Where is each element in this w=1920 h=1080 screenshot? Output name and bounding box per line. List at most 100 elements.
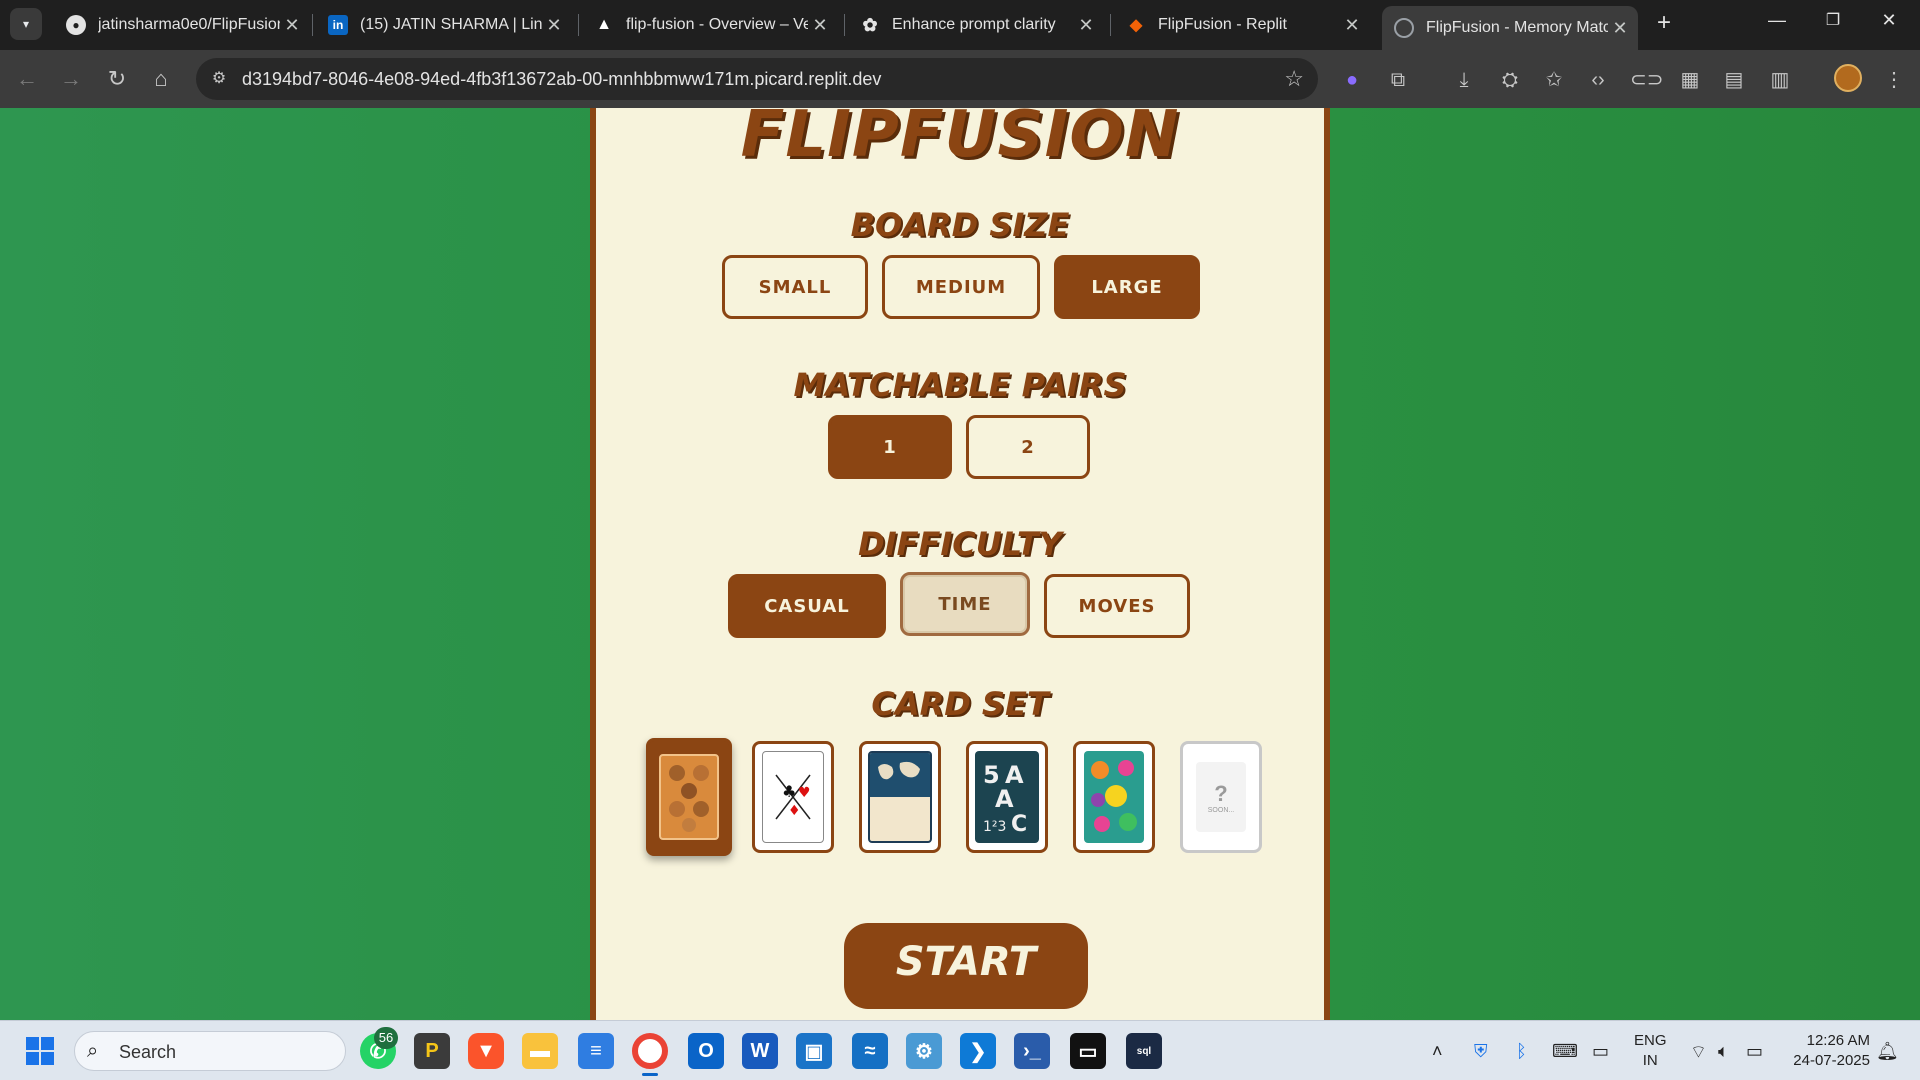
extensions-puzzle-icon[interactable]: ⧉	[1384, 66, 1412, 94]
wifi-icon[interactable]: ⌔	[1690, 1041, 1707, 1064]
volume-icon[interactable]: 🔈︎	[1718, 1041, 1729, 1062]
card-set-monsters[interactable]	[1073, 741, 1155, 853]
close-icon[interactable]: ✕	[808, 15, 832, 36]
reading-mode-icon[interactable]: ▤	[1720, 66, 1748, 94]
card-set-alphabet-numbers[interactable]: 5 A A 1²3 C	[966, 741, 1048, 853]
search-placeholder: Search	[119, 1042, 177, 1062]
menu-kebab-icon[interactable]: ⋮	[1880, 66, 1908, 94]
home-button[interactable]: ⌂	[148, 66, 174, 92]
difficulty-title: DIFFICULTY	[858, 525, 1062, 563]
pairs-1-button[interactable]: 1	[828, 415, 952, 479]
difficulty-casual-button[interactable]: CASUAL	[728, 574, 886, 638]
tab-divider	[1110, 14, 1111, 36]
clock-date: 24-07-2025	[1793, 1052, 1870, 1069]
close-icon[interactable]: ✕	[1608, 18, 1632, 39]
restore-button[interactable]: ❐	[1818, 10, 1848, 38]
chrome-active-indicator	[642, 1073, 658, 1076]
security-shield-icon[interactable]: ⛨	[1474, 1041, 1488, 1062]
world-map-card-face	[868, 751, 932, 843]
pairs-2-button[interactable]: 2	[966, 415, 1090, 479]
download-icon[interactable]: ⤓	[1450, 66, 1478, 94]
qr-code-icon[interactable]: ▦	[1676, 66, 1704, 94]
map-flag-icon	[870, 753, 930, 797]
tab-chatgpt[interactable]: ✿ Enhance prompt clarity ✕	[848, 8, 1104, 42]
tab-title: FlipFusion - Replit	[1158, 16, 1287, 33]
matchable-pairs-title: MATCHABLE PAIRS	[793, 366, 1127, 404]
playing-cards-card-face: ♣ ♥ ♦	[762, 751, 824, 843]
close-icon[interactable]: ✕	[542, 15, 566, 36]
outlook-icon[interactable]: O	[688, 1033, 724, 1069]
card-set-title: CARD SET	[871, 685, 1049, 723]
favorites-icon[interactable]: ✩	[1540, 66, 1568, 94]
notifications-bell-icon[interactable]: 🔔︎	[1876, 1041, 1899, 1062]
side-panel-icon[interactable]: ▥	[1766, 66, 1794, 94]
link-icon[interactable]: ⊂⊃	[1630, 66, 1664, 94]
board-size-small-button[interactable]: SMALL	[722, 255, 868, 319]
site-info-icon[interactable]: ⚙	[208, 68, 230, 90]
svg-text:♦: ♦	[788, 803, 801, 819]
svg-text:♥: ♥	[798, 785, 811, 801]
close-window-button[interactable]: ✕	[1874, 10, 1904, 38]
notepad-icon[interactable]: ≡	[578, 1033, 614, 1069]
tab-search-button[interactable]: ▾	[10, 8, 42, 40]
display-icon[interactable]: ▭	[1592, 1041, 1609, 1062]
battery-icon[interactable]: ▭	[1746, 1041, 1763, 1062]
show-hidden-icons-chevron-icon[interactable]: ˄	[1432, 1041, 1443, 1062]
address-bar[interactable]: ⚙ d3194bd7-8046-4e08-94ed-4fb3f13672ab-0…	[196, 58, 1318, 100]
tab-replit[interactable]: ◆ FlipFusion - Replit ✕	[1114, 8, 1370, 42]
bluetooth-icon[interactable]: ᛒ	[1516, 1041, 1527, 1062]
page-viewport: FLIPFUSION BOARD SIZE SMALL MEDIUM LARGE…	[0, 108, 1920, 1020]
close-icon[interactable]: ✕	[1074, 15, 1098, 36]
difficulty-moves-button[interactable]: MOVES	[1044, 574, 1190, 638]
language-indicator[interactable]: ENG IN	[1634, 1031, 1667, 1071]
profile-avatar[interactable]	[1834, 64, 1862, 92]
control-panel-icon[interactable]: ⚙	[906, 1033, 942, 1069]
letters-numbers-icon: 5 A A 1²3 C	[983, 761, 1027, 837]
tab-title: (15) JATIN SHARMA | Linke	[360, 16, 542, 33]
difficulty-time-button[interactable]: TIME	[900, 572, 1030, 636]
reload-button[interactable]: ↻	[104, 66, 130, 92]
board-size-medium-button[interactable]: MEDIUM	[882, 255, 1040, 319]
openai-icon: ✿	[862, 14, 878, 35]
tab-title: Enhance prompt clarity	[892, 16, 1056, 33]
card-set-world-map[interactable]	[859, 741, 941, 853]
brave-browser-icon[interactable]: ▼	[468, 1033, 504, 1069]
url-text[interactable]: d3194bd7-8046-4e08-94ed-4fb3f13672ab-00-…	[242, 69, 881, 90]
photos-app-icon[interactable]: ≈	[852, 1033, 888, 1069]
code-icon[interactable]: ‹›	[1584, 66, 1612, 94]
windows-start-icon[interactable]	[22, 1033, 58, 1069]
tab-linkedin[interactable]: in (15) JATIN SHARMA | Linke ✕	[316, 8, 572, 42]
start-button[interactable]: START	[844, 923, 1088, 1009]
clock[interactable]: 12:26 AM 24-07-2025	[1784, 1031, 1870, 1071]
card-set-coming-soon: ? SOON...	[1180, 741, 1262, 853]
bookmark-star-icon[interactable]: ☆	[1284, 66, 1304, 92]
tab-vercel[interactable]: ▲ flip-fusion - Overview – Ver ✕	[582, 8, 838, 42]
terminal-icon[interactable]: ▭	[1070, 1033, 1106, 1069]
back-button[interactable]: ←	[14, 66, 40, 92]
card-set-animals[interactable]	[646, 738, 732, 856]
python-app-icon[interactable]: P	[414, 1033, 450, 1069]
forward-button[interactable]: →	[58, 66, 84, 92]
card-set-playing-cards[interactable]: ♣ ♥ ♦	[752, 741, 834, 853]
close-icon[interactable]: ✕	[1340, 15, 1364, 36]
minimize-button[interactable]: —	[1762, 10, 1792, 38]
powershell-icon[interactable]: ›_	[1014, 1033, 1050, 1069]
board-size-large-button[interactable]: LARGE	[1054, 255, 1200, 319]
extension-drop-icon[interactable]: ●	[1338, 66, 1366, 94]
close-icon[interactable]: ✕	[280, 15, 304, 36]
chrome-icon[interactable]	[632, 1033, 668, 1069]
remote-desktop-icon[interactable]: ▣	[796, 1033, 832, 1069]
taskbar-search[interactable]: ⌕ Search	[74, 1031, 346, 1071]
word-icon[interactable]: W	[742, 1033, 778, 1069]
svg-text:1²3: 1²3	[983, 819, 1006, 835]
tab-github[interactable]: ● jatinsharma0e0/FlipFusion ✕	[54, 8, 310, 42]
new-tab-button[interactable]: +	[1652, 11, 1676, 36]
vscode-icon[interactable]: ❯	[960, 1033, 996, 1069]
incognito-icon[interactable]: ⛭	[1496, 66, 1524, 94]
file-explorer-icon[interactable]: ▬	[522, 1033, 558, 1069]
mysql-icon[interactable]: sql	[1126, 1033, 1162, 1069]
flipfusion-logo: FLIPFUSION	[740, 108, 1180, 172]
tab-flipfusion-active[interactable]: FlipFusion - Memory Matc ✕	[1382, 6, 1638, 50]
keyboard-icon[interactable]: ⌨	[1552, 1041, 1578, 1062]
svg-text:C: C	[1011, 812, 1027, 837]
